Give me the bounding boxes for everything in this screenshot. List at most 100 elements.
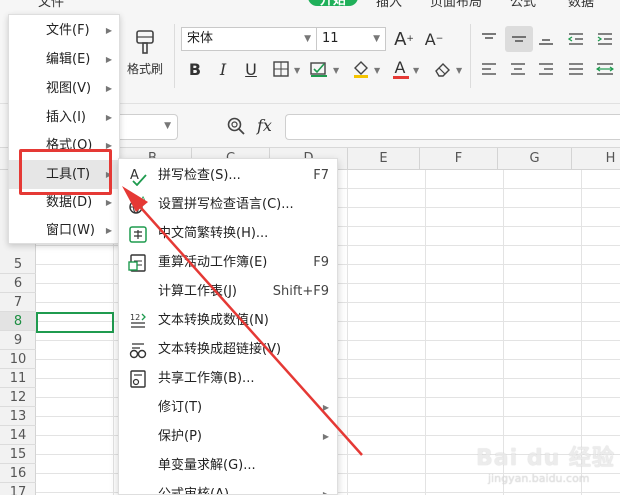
- recalc-workbook-icon: [128, 254, 146, 272]
- align-top-icon[interactable]: [478, 28, 500, 50]
- eraser-icon[interactable]: [432, 58, 454, 80]
- row-header[interactable]: 17: [0, 483, 36, 495]
- decrease-font-icon[interactable]: A −: [423, 28, 445, 50]
- row-header[interactable]: 9: [0, 331, 36, 350]
- row-header[interactable]: 13: [0, 407, 36, 426]
- align-middle-icon[interactable]: [505, 26, 533, 52]
- align-bottom-icon[interactable]: [535, 28, 557, 50]
- submenu-item-recalc-workbook[interactable]: 重算活动工作簿(E) F9: [119, 248, 337, 277]
- row-header-active[interactable]: 8: [0, 312, 36, 331]
- align-center-icon[interactable]: [507, 58, 529, 80]
- chevron-right-icon: ▶: [105, 84, 112, 93]
- format-painter-label: 格式刷: [126, 62, 163, 76]
- menu-item-label: 文件(F): [46, 23, 90, 38]
- bold-icon[interactable]: B: [184, 58, 206, 80]
- submenu-item-formula-audit[interactable]: 公式审核(A) ▶: [119, 480, 337, 495]
- tab-insert[interactable]: 插入: [376, 0, 402, 8]
- row-header[interactable]: 6: [0, 274, 36, 293]
- font-name-value: 宋体: [187, 31, 214, 46]
- submenu-item-spell-language[interactable]: A 设置拼写检查语言(C)...: [119, 190, 337, 219]
- paintbrush-icon: [136, 30, 154, 54]
- chevron-down-icon[interactable]: ▼: [333, 66, 339, 75]
- ribbon-tab-bar: 文件 开始 插入 页面布局 公式 数据: [0, 0, 620, 8]
- name-box[interactable]: ▼: [118, 114, 178, 140]
- formula-input[interactable]: [285, 114, 620, 140]
- increase-font-icon[interactable]: A +: [393, 28, 415, 50]
- tab-file[interactable]: 文件: [38, 0, 64, 8]
- cell-style-icon[interactable]: [308, 58, 330, 80]
- row-header[interactable]: 15: [0, 445, 36, 464]
- submenu-item-protect[interactable]: 保护(P) ▶: [119, 422, 337, 451]
- align-right-icon[interactable]: [535, 58, 557, 80]
- menu-item-file[interactable]: 文件(F) ▶: [9, 16, 121, 45]
- submenu-item-text-to-number[interactable]: 12 文本转换成数值(N): [119, 306, 337, 335]
- text-to-number-icon: 12: [130, 313, 146, 328]
- submenu-item-text-to-link[interactable]: 文本转换成超链接(V): [119, 335, 337, 364]
- submenu-item-calc-sheet[interactable]: 计算工作表(J) Shift+F9: [119, 277, 337, 306]
- chevron-right-icon: ▶: [105, 113, 112, 122]
- submenu-item-label: 重算活动工作簿(E): [158, 255, 268, 270]
- selected-cell[interactable]: [36, 312, 114, 333]
- row-header[interactable]: 14: [0, 426, 36, 445]
- row-header[interactable]: 7: [0, 293, 36, 312]
- text-to-link-icon: [129, 343, 147, 359]
- chevron-right-icon: ▶: [322, 432, 329, 441]
- tab-page-layout[interactable]: 页面布局: [430, 0, 482, 8]
- search-zoom-icon[interactable]: [226, 116, 248, 138]
- submenu-item-share-workbook[interactable]: 共享工作簿(B)...: [119, 364, 337, 393]
- tab-data[interactable]: 数据: [568, 0, 594, 8]
- font-size-select[interactable]: 11 ▼: [316, 27, 386, 51]
- row-header[interactable]: 12: [0, 388, 36, 407]
- submenu-item-spell-check[interactable]: A 拼写检查(S)... F7: [119, 161, 337, 190]
- row-header[interactable]: 11: [0, 369, 36, 388]
- font-name-select[interactable]: 宋体 ▼: [181, 27, 317, 51]
- spell-check-icon: A: [130, 168, 147, 186]
- underline-icon[interactable]: U: [240, 58, 262, 80]
- chevron-down-icon: ▼: [373, 34, 380, 44]
- fill-color-icon[interactable]: [350, 58, 372, 80]
- submenu-item-chinese-convert[interactable]: 中文简繁转换(H)...: [119, 219, 337, 248]
- chevron-down-icon[interactable]: ▼: [456, 66, 462, 75]
- row-header[interactable]: 5: [0, 255, 36, 274]
- increase-indent-icon[interactable]: [594, 28, 616, 50]
- menu-item-window[interactable]: 窗口(W) ▶: [9, 216, 121, 245]
- row-header[interactable]: 16: [0, 464, 36, 483]
- ribbon-divider: [470, 24, 471, 88]
- submenu-item-label: 公式审核(A): [158, 487, 230, 495]
- chevron-right-icon: ▶: [322, 490, 329, 495]
- chevron-right-icon: ▶: [105, 55, 112, 64]
- chevron-down-icon[interactable]: ▼: [164, 121, 171, 131]
- chevron-down-icon[interactable]: ▼: [374, 66, 380, 75]
- justify-icon[interactable]: [565, 58, 587, 80]
- submenu-item-label: 拼写检查(S)...: [158, 168, 241, 183]
- menu-item-view[interactable]: 视图(V) ▶: [9, 74, 121, 103]
- column-header[interactable]: E: [348, 148, 420, 170]
- submenu-item-label: 修订(T): [158, 400, 203, 415]
- decrease-indent-icon[interactable]: [565, 28, 587, 50]
- ribbon-divider: [174, 24, 175, 88]
- italic-icon[interactable]: I: [212, 58, 234, 80]
- menu-item-label: 插入(I): [46, 110, 86, 125]
- chevron-down-icon[interactable]: ▼: [294, 66, 300, 75]
- borders-icon[interactable]: [270, 58, 292, 80]
- submenu-item-label: 文本转换成数值(N): [158, 313, 269, 328]
- submenu-item-revisions[interactable]: 修订(T) ▶: [119, 393, 337, 422]
- menu-item-insert[interactable]: 插入(I) ▶: [9, 103, 121, 132]
- chevron-down-icon: ▼: [304, 34, 311, 44]
- align-left-icon[interactable]: [478, 58, 500, 80]
- column-header[interactable]: G: [498, 148, 572, 170]
- column-header[interactable]: F: [420, 148, 498, 170]
- chevron-down-icon[interactable]: ▼: [413, 66, 419, 75]
- tab-start[interactable]: 开始: [308, 0, 358, 8]
- distributed-align-icon[interactable]: [594, 58, 616, 80]
- row-header[interactable]: 10: [0, 350, 36, 369]
- menu-item-edit[interactable]: 编辑(E) ▶: [9, 45, 121, 74]
- format-painter-button[interactable]: 格式刷: [122, 24, 168, 84]
- tab-formulas[interactable]: 公式: [510, 0, 536, 8]
- submenu-item-goal-seek[interactable]: 单变量求解(G)...: [119, 451, 337, 480]
- fx-label[interactable]: fx: [257, 116, 272, 135]
- column-header[interactable]: H: [572, 148, 620, 170]
- highlight-box: [19, 149, 112, 195]
- font-color-icon[interactable]: A: [389, 56, 411, 79]
- shortcut-text: Shift+F9: [272, 284, 329, 299]
